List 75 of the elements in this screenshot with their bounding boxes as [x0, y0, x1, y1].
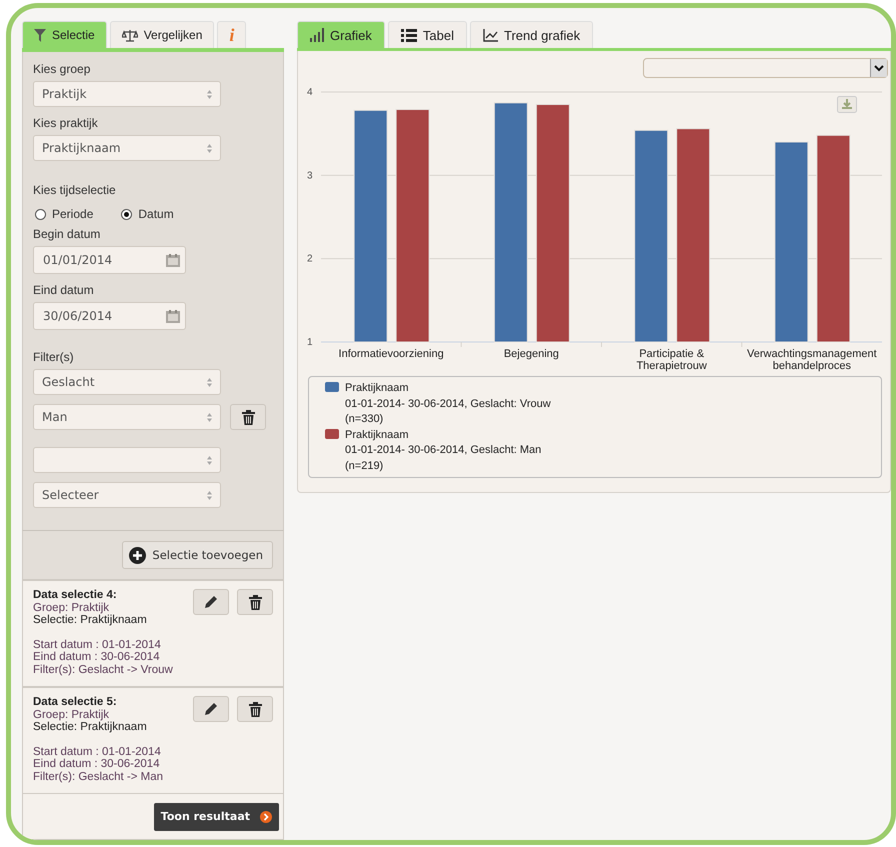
- scale-icon: [122, 28, 138, 42]
- edit-button[interactable]: [193, 696, 229, 722]
- select-arrows-icon: [207, 378, 212, 386]
- category-label: Verwachtingsmanagement behandelproces: [747, 348, 877, 372]
- delete-button[interactable]: [237, 589, 273, 616]
- select-field[interactable]: Selecteer: [33, 482, 221, 508]
- y-tick-label: 4: [307, 87, 313, 98]
- selection-end-date: Eind datum : 30-06-2014: [33, 651, 161, 664]
- trash-icon: [248, 594, 262, 610]
- selection-title: Data selectie 4:: [33, 589, 118, 602]
- tab[interactable]: Grafiek: [297, 21, 385, 48]
- chevron-down-icon: [874, 64, 884, 72]
- field-label: Kies tijdselectie: [33, 183, 117, 197]
- trash-icon: [248, 702, 262, 717]
- select-field[interactable]: [33, 447, 221, 473]
- legend-label: Praktijknaam: [345, 381, 410, 396]
- select-arrows-icon: [207, 144, 212, 152]
- field-label: Kies praktijk: [33, 116, 99, 130]
- radio-option[interactable]: Datum: [121, 207, 174, 221]
- legend-label: Praktijknaam: [345, 428, 410, 442]
- selection-start-date: Start datum : 01-01-2014: [33, 746, 162, 758]
- dropdown-field[interactable]: [643, 58, 888, 78]
- selection-title: Data selectie 5:: [33, 696, 118, 709]
- select-arrows-icon: [207, 412, 212, 422]
- pencil-icon: [204, 595, 218, 610]
- field-label: Begin datum: [33, 227, 102, 241]
- radio-option[interactable]: Periode: [35, 207, 94, 221]
- field-label: Filter(s): [33, 350, 75, 364]
- line-chart-icon: [482, 28, 498, 42]
- date-field[interactable]: 30/06/2014: [33, 302, 186, 330]
- add-selection-button[interactable]: Selectie toevoegen: [122, 541, 273, 570]
- tab[interactable]: Tabel: [388, 21, 467, 48]
- select-field[interactable]: Praktijk: [33, 81, 221, 107]
- delete-button[interactable]: [230, 404, 266, 430]
- select-field[interactable]: Geslacht: [33, 369, 221, 395]
- selection-group: Groep: Praktijk: [33, 602, 173, 614]
- tab[interactable]: Vergelijken: [110, 21, 214, 48]
- category-label: Informatievoorziening: [338, 348, 444, 360]
- selection-name: Selectie: Praktijknaam: [33, 614, 148, 627]
- show-result-button[interactable]: Toon resultaat: [154, 802, 279, 831]
- selection-filter: Filter(s): Geslacht -> Man: [33, 770, 164, 784]
- select-arrows-icon: [207, 490, 212, 500]
- calendar-icon: [166, 310, 180, 322]
- y-tick-label: 3: [307, 170, 313, 182]
- legend-period: 01-01-2014- 30-06-2014, Geslacht: Man: [345, 443, 542, 458]
- trash-icon: [242, 410, 254, 424]
- tab[interactable]: Selectie: [22, 21, 107, 48]
- category-label: Bejegening: [504, 348, 559, 360]
- selection-filter: Filter(s): Geslacht -> Vrouw: [33, 664, 173, 676]
- legend-count: (n=219): [345, 458, 384, 474]
- plus-icon: [129, 546, 146, 564]
- selection-name: Selectie: Praktijknaam: [33, 721, 148, 734]
- selection-end-date: Eind datum : 30-06-2014: [33, 758, 161, 771]
- list-icon: [400, 28, 417, 42]
- tab[interactable]: Trend grafiek: [470, 21, 594, 48]
- y-tick-label: 1: [307, 337, 313, 348]
- date-field[interactable]: 01/01/2014: [33, 246, 186, 274]
- legend-period: 01-01-2014- 30-06-2014, Geslacht: Vrouw: [345, 396, 551, 412]
- calendar-icon: [166, 254, 180, 266]
- select-field[interactable]: Man: [33, 404, 221, 430]
- bar-chart-icon: [310, 28, 324, 42]
- select-field[interactable]: Praktijknaam: [33, 135, 221, 161]
- y-tick-label: 2: [307, 254, 313, 265]
- field-label: Kies groep: [33, 62, 92, 76]
- edit-button[interactable]: [193, 589, 229, 616]
- filter-icon: [34, 28, 46, 42]
- select-arrows-icon: [207, 456, 212, 464]
- category-label: Participatie & Therapietrouw: [636, 348, 707, 372]
- pencil-icon: [204, 702, 218, 716]
- selection-start-date: Start datum : 01-01-2014: [33, 638, 162, 652]
- selection-group: Groep: Praktijk: [33, 708, 164, 722]
- field-label: Eind datum: [33, 283, 95, 297]
- select-arrows-icon: [207, 90, 212, 98]
- delete-button[interactable]: [237, 696, 273, 722]
- legend-count: (n=330): [345, 412, 384, 427]
